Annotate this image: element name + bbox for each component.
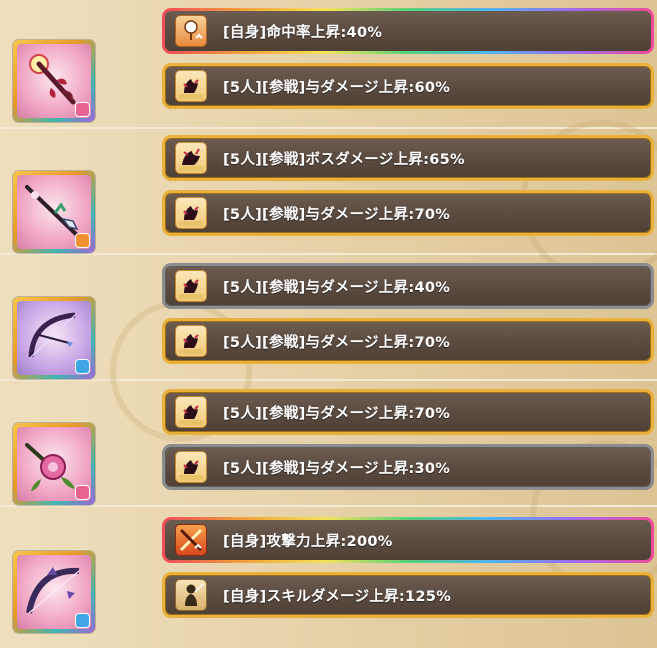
skill-slot-gold[interactable]: [5人][参戦]与ダメージ上昇:70%: [162, 318, 654, 364]
skill-slot-gold[interactable]: [5人][参戦]与ダメージ上昇:70%: [162, 190, 654, 236]
damage-up-icon: [176, 452, 206, 482]
skill-slot-gold[interactable]: [5人][参戦]ボスダメージ上昇:65%: [162, 135, 654, 181]
skill-text: [自身]スキルダメージ上昇:125%: [223, 588, 452, 605]
skill-text: [5人][参戦]与ダメージ上昇:70%: [223, 334, 451, 351]
skill-slot-gold[interactable]: [自身]スキルダメージ上昇:125%: [162, 572, 654, 618]
skill-slot-gold[interactable]: [5人][参戦]与ダメージ上昇:70%: [162, 389, 654, 435]
skill-text: [自身]命中率上昇:40%: [223, 24, 383, 41]
weapon-image: [17, 301, 91, 375]
weapon-2[interactable]: [13, 171, 95, 253]
water-element-icon: [76, 360, 89, 373]
fire-element-icon: [76, 234, 89, 247]
weapon-5[interactable]: [13, 551, 95, 633]
skill-text: [5人][参戦]与ダメージ上昇:30%: [223, 460, 451, 477]
damage-up-icon: [176, 71, 206, 101]
damage-up-icon: [176, 271, 206, 301]
accuracy-up-icon: [176, 16, 206, 46]
skill-slot-silver[interactable]: [5人][参戦]与ダメージ上昇:40%: [162, 263, 654, 309]
weapon-image: [17, 175, 91, 249]
skill-text: [自身]攻撃力上昇:200%: [223, 533, 393, 550]
skill-text: [5人][参戦]与ダメージ上昇:40%: [223, 279, 451, 296]
weapon-4[interactable]: [13, 423, 95, 505]
skill-text: [5人][参戦]ボスダメージ上昇:65%: [223, 151, 465, 168]
skill-slot-rainbow[interactable]: [自身]命中率上昇:40%: [162, 8, 654, 54]
skill-damage-up-icon: [176, 580, 206, 610]
damage-up-icon: [176, 397, 206, 427]
weapon-3[interactable]: [13, 297, 95, 379]
weapon-image: [17, 44, 91, 118]
heart-element-icon: [76, 103, 89, 116]
skill-text: [5人][参戦]与ダメージ上昇:70%: [223, 206, 451, 223]
skill-slot-gold[interactable]: [5人][参戦]与ダメージ上昇:60%: [162, 63, 654, 109]
skill-slot-silver[interactable]: [5人][参戦]与ダメージ上昇:30%: [162, 444, 654, 490]
attack-up-icon: [176, 525, 206, 555]
heart-element-icon: [76, 486, 89, 499]
weapon-1[interactable]: [13, 40, 95, 122]
weapon-image: [17, 427, 91, 501]
skill-slot-rainbow[interactable]: [自身]攻撃力上昇:200%: [162, 517, 654, 563]
boss-damage-up-icon: [176, 143, 206, 173]
water-element-icon: [76, 614, 89, 627]
damage-up-icon: [176, 198, 206, 228]
skill-text: [5人][参戦]与ダメージ上昇:70%: [223, 405, 451, 422]
damage-up-icon: [176, 326, 206, 356]
weapon-image: [17, 555, 91, 629]
skill-text: [5人][参戦]与ダメージ上昇:60%: [223, 79, 451, 96]
